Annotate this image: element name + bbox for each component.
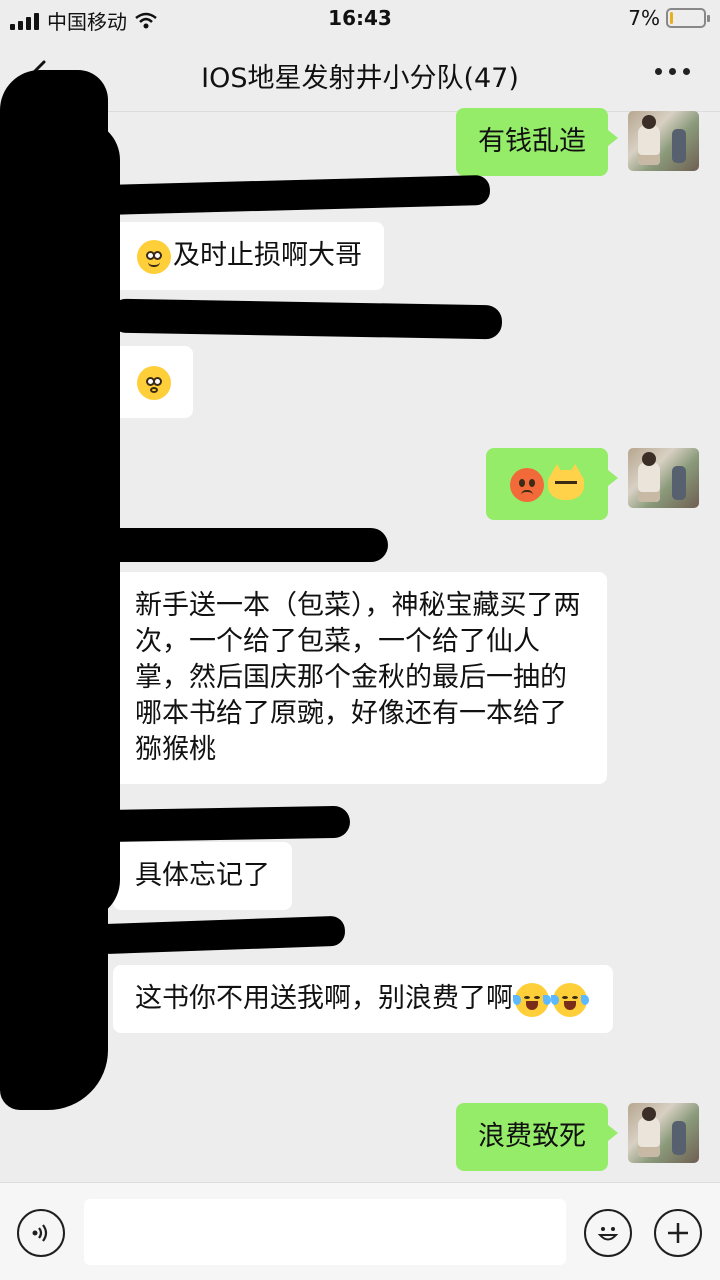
message-text: 有钱乱造	[478, 126, 586, 157]
input-bar	[0, 1182, 720, 1280]
add-more-icon[interactable]	[654, 1209, 702, 1257]
user-avatar[interactable]	[628, 448, 699, 508]
user-avatar[interactable]	[628, 111, 699, 171]
message-text: 浪费致死	[478, 1121, 586, 1152]
chat-header: IOS地星发射井小分队(47)	[0, 36, 720, 112]
message-bubble-outgoing[interactable]: 浪费致死	[456, 1103, 618, 1171]
user-avatar[interactable]	[628, 1103, 699, 1163]
more-options-icon[interactable]	[655, 68, 690, 75]
battery-percent: 7%	[628, 6, 660, 30]
angry-face-icon	[510, 467, 544, 502]
message-bubble-incoming[interactable]: 新手送一本（包菜），神秘宝藏买了两次，一个给了包菜，一个给了仙人掌，然后国庆那个…	[113, 572, 607, 784]
message-text: 具体忘记了	[135, 860, 270, 891]
message-input[interactable]	[84, 1199, 566, 1265]
cat-face-icon	[548, 463, 584, 500]
voice-input-icon[interactable]	[17, 1209, 65, 1257]
message-text: 新手送一本（包菜），神秘宝藏买了两次，一个给了包菜，一个给了仙人掌，然后国庆那个…	[135, 590, 581, 765]
status-bar: 中国移动 16:43 7%	[0, 0, 720, 36]
tears-of-joy-icon	[513, 982, 551, 1017]
emoji-picker-icon[interactable]	[584, 1209, 632, 1257]
message-bubble-incoming[interactable]: 具体忘记了	[113, 842, 292, 910]
pleading-face-icon	[137, 239, 171, 274]
message-bubble-outgoing[interactable]: 有钱乱造	[456, 108, 618, 176]
tears-of-joy-icon	[551, 982, 589, 1017]
message-text: 这书你不用送我啊，别浪费了啊	[135, 983, 513, 1014]
message-bubble-incoming[interactable]: 这书你不用送我啊，别浪费了啊	[113, 965, 613, 1033]
message-bubble-incoming[interactable]: 及时止损啊大哥	[113, 222, 384, 290]
message-bubble-incoming[interactable]	[113, 346, 193, 418]
battery-icon	[666, 8, 710, 28]
chat-title[interactable]: IOS地星发射井小分队(47)	[0, 56, 720, 95]
message-bubble-outgoing[interactable]	[486, 448, 618, 520]
message-text: 及时止损啊大哥	[173, 240, 362, 271]
battery-fill	[670, 12, 673, 24]
status-time: 16:43	[328, 6, 392, 30]
flushed-face-icon	[137, 365, 171, 400]
